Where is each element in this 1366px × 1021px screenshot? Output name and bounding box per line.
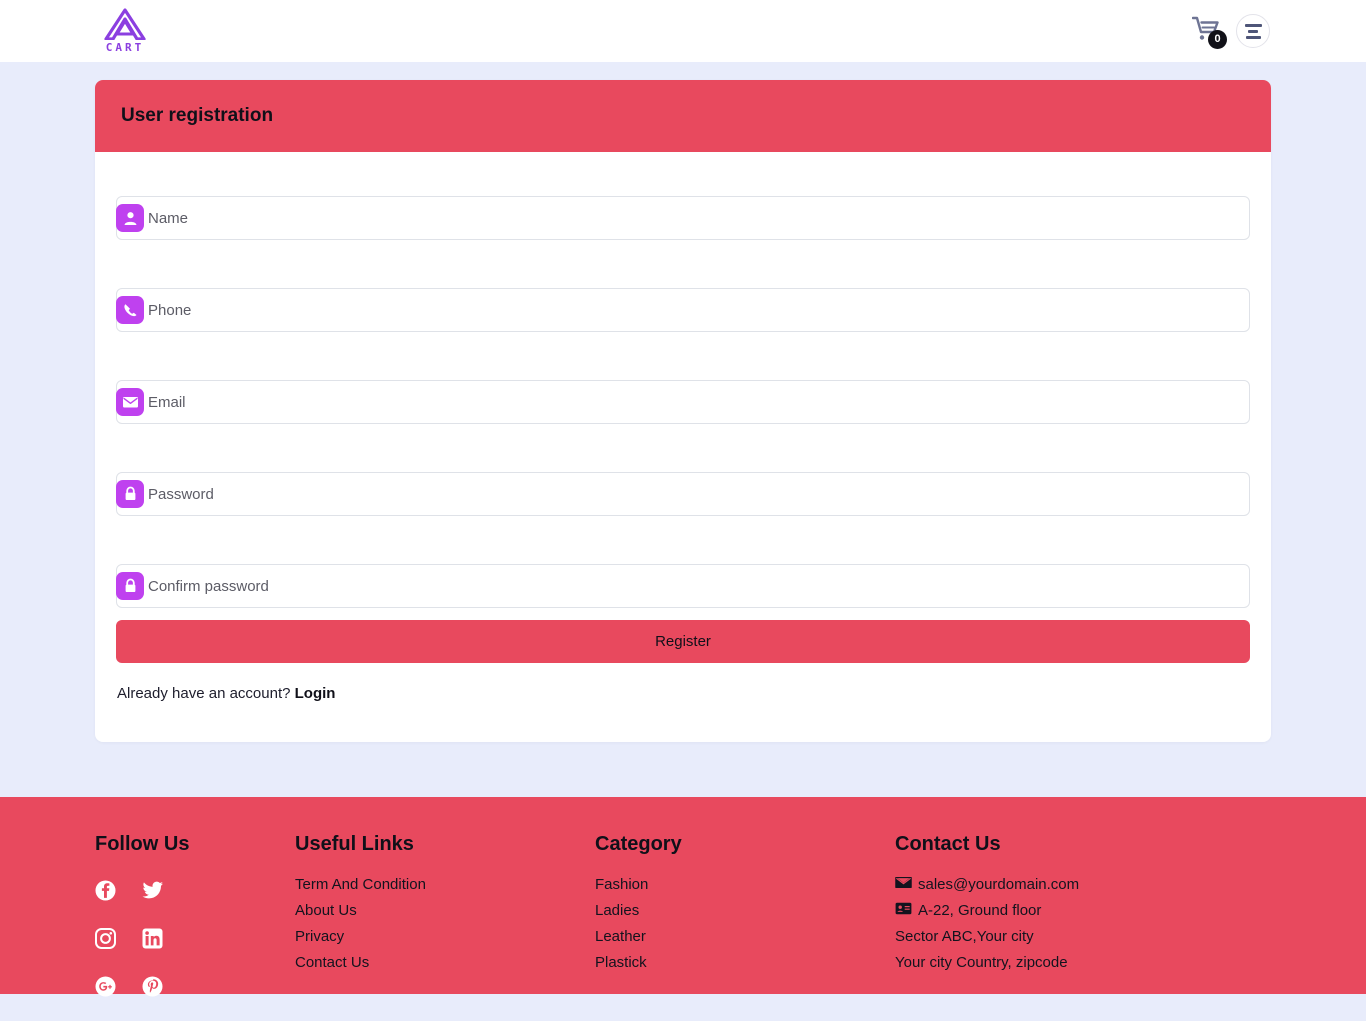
email-field[interactable] bbox=[116, 380, 1250, 424]
login-prompt-text: Already have an account? bbox=[117, 685, 291, 702]
contact-address-1: A-22, Ground floor bbox=[918, 902, 1042, 919]
brand-logo[interactable]: CART bbox=[95, 8, 155, 54]
brand-word: CART bbox=[105, 41, 145, 54]
category-link-fashion[interactable]: Fashion bbox=[595, 876, 895, 893]
contact-address-2: Sector ABC,Your city bbox=[895, 928, 1034, 945]
instagram-icon[interactable] bbox=[95, 924, 142, 952]
navbar-actions: 0 bbox=[1190, 14, 1270, 49]
lock-icon bbox=[116, 480, 144, 508]
linkedin-icon[interactable] bbox=[142, 924, 189, 952]
card-header: User registration bbox=[95, 80, 1271, 152]
contact-us-heading: Contact Us bbox=[895, 833, 1001, 855]
useful-link-contact-us[interactable]: Contact Us bbox=[295, 954, 595, 971]
lock-icon bbox=[116, 572, 144, 600]
registration-card: User registration Name Phone Email Regis… bbox=[95, 80, 1271, 742]
category-link-leather[interactable]: Leather bbox=[595, 928, 895, 945]
footer-useful-links-column: Useful Links Term And Condition About Us… bbox=[295, 833, 595, 1021]
footer-social-column: Follow Us bbox=[95, 833, 295, 1021]
menu-line-2 bbox=[1248, 29, 1258, 33]
contact-address-3: Your city Country, zipcode bbox=[895, 954, 1068, 971]
cart-button[interactable]: 0 bbox=[1190, 15, 1227, 49]
page-title: User registration bbox=[121, 105, 274, 126]
footer-contact-column: Contact Us sales@yourdomain.com A-22, Gr… bbox=[895, 833, 1271, 1021]
useful-link-privacy[interactable]: Privacy bbox=[295, 928, 595, 945]
cart-count-badge: 0 bbox=[1208, 30, 1227, 49]
useful-links-heading: Useful Links bbox=[295, 833, 414, 855]
follow-us-heading: Follow Us bbox=[95, 833, 190, 855]
name-field[interactable] bbox=[116, 196, 1250, 240]
user-icon bbox=[116, 204, 144, 232]
category-link-ladies[interactable]: Ladies bbox=[595, 902, 895, 919]
password-field[interactable] bbox=[116, 472, 1250, 516]
login-link[interactable]: Login bbox=[295, 685, 336, 702]
register-button[interactable]: Register bbox=[116, 620, 1250, 663]
address-card-icon bbox=[895, 902, 912, 919]
confirm-password-input[interactable] bbox=[144, 565, 1249, 607]
email-input[interactable] bbox=[144, 381, 1249, 423]
facebook-icon[interactable] bbox=[95, 876, 142, 904]
top-navbar: CART 0 bbox=[0, 0, 1366, 62]
useful-link-about-us[interactable]: About Us bbox=[295, 902, 595, 919]
category-link-plastick[interactable]: Plastick bbox=[595, 954, 895, 971]
confirm-password-field[interactable] bbox=[116, 564, 1250, 608]
envelope-icon bbox=[116, 388, 144, 416]
registration-form: Register Already have an account? Login bbox=[95, 152, 1271, 742]
phone-icon bbox=[116, 296, 144, 324]
useful-link-term-and-condition[interactable]: Term And Condition bbox=[295, 876, 595, 893]
pinterest-icon[interactable] bbox=[142, 972, 189, 1000]
hamburger-menu-icon[interactable] bbox=[1236, 14, 1270, 48]
contact-email-line: sales@yourdomain.com bbox=[895, 876, 1271, 893]
site-footer: Follow Us Useful Links Term And Conditio… bbox=[0, 797, 1366, 996]
category-heading: Category bbox=[595, 833, 682, 855]
phone-field[interactable] bbox=[116, 288, 1250, 332]
login-prompt: Already have an account? Login bbox=[117, 685, 1250, 702]
page-content: User registration Name Phone Email Regis… bbox=[0, 62, 1366, 797]
footer-category-column: Category Fashion Ladies Leather Plastick bbox=[595, 833, 895, 1021]
phone-input[interactable] bbox=[144, 289, 1249, 331]
twitter-icon[interactable] bbox=[142, 876, 189, 904]
password-input[interactable] bbox=[144, 473, 1249, 515]
contact-email: sales@yourdomain.com bbox=[918, 876, 1080, 893]
googleplus-icon[interactable] bbox=[95, 972, 142, 1000]
contact-address-line-1: A-22, Ground floor bbox=[895, 902, 1271, 919]
menu-line-3 bbox=[1245, 35, 1261, 39]
menu-line-1 bbox=[1244, 23, 1262, 27]
a-cart-logo-icon bbox=[103, 8, 147, 40]
envelope-icon bbox=[895, 876, 912, 893]
social-icons bbox=[95, 876, 235, 1021]
name-input[interactable] bbox=[144, 197, 1249, 239]
